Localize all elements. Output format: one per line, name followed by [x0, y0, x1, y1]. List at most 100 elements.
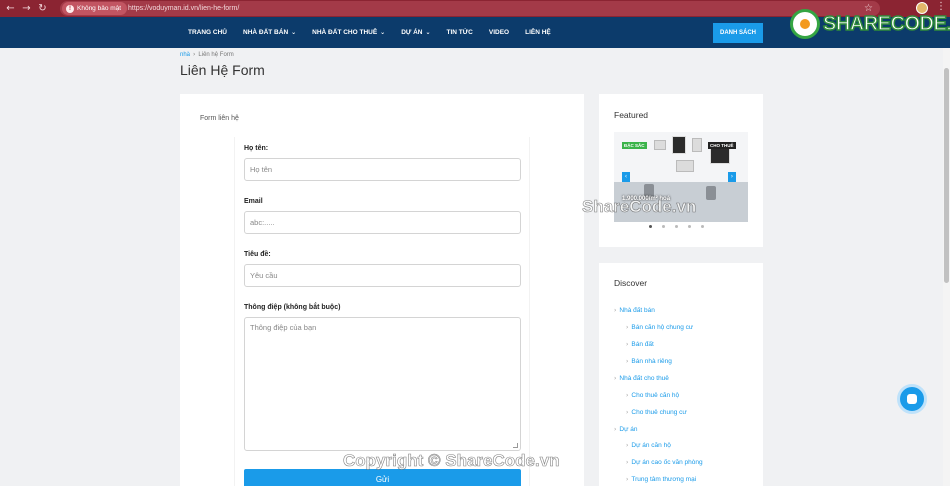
wall-frame [692, 138, 702, 152]
nav-item[interactable]: VIDEO [481, 17, 517, 48]
security-indicator[interactable]: ! Không bảo mật [62, 2, 128, 15]
featured-title: Featured [614, 110, 649, 120]
forward-arrow-icon[interactable]: → [20, 2, 33, 15]
featured-widget: Featured ĐẶC SẮC CHO THUÊ ‹ › 1.900.000/… [599, 94, 763, 247]
submit-button[interactable]: Gửi [244, 469, 521, 486]
chevron-right-icon: › [626, 324, 629, 331]
danh-sach-button[interactable]: DANH SÁCH [713, 23, 763, 43]
discover-item-label: Trung tâm thương mại [631, 476, 697, 483]
featured-badge: ĐẶC SẮC [622, 142, 647, 149]
discover-item-label: Bán nhà riêng [631, 358, 672, 365]
nav-item[interactable]: DỰ ÁN ⌄ [393, 17, 438, 48]
discover-item-label: Nhà đất cho thuê [619, 375, 669, 382]
discover-item-label: Cho thuê căn hộ [631, 392, 680, 399]
nav-item[interactable]: TIN TỨC [439, 17, 481, 48]
warning-icon: ! [66, 5, 74, 13]
slider-dot[interactable] [662, 225, 665, 228]
chevron-right-icon: › [626, 459, 629, 466]
main-nav: TRANG CHỦ NHÀ ĐẤT BÁN ⌄ NHÀ ĐẤT CHO THUÊ ⌄ DỰ… [180, 17, 559, 48]
chair [706, 186, 716, 200]
breadcrumb-home-link[interactable]: nhà [180, 52, 190, 58]
sharecode-logo-text: SHARECODE.vn [822, 12, 950, 36]
wall-frame [672, 136, 686, 154]
nav-item-label: VIDEO [488, 29, 510, 36]
message-placeholder: Thông điệp của bạn [250, 323, 317, 332]
breadcrumb-separator-icon: › [193, 51, 196, 58]
nav-item-label: NHÀ ĐẤT BÁN [243, 29, 289, 36]
email-label: Email [244, 198, 263, 205]
email-input[interactable]: abc:..... [244, 211, 521, 234]
discover-subcategory[interactable]: › Cho thuê căn hộ [626, 392, 679, 399]
slider-dot[interactable] [688, 225, 691, 228]
nav-item-label: DỰ ÁN [401, 29, 423, 36]
discover-item-label: Bán đất [631, 341, 654, 348]
subject-input[interactable]: Yêu cầu [244, 264, 521, 287]
security-label: Không bảo mật [77, 5, 122, 12]
discover-subcategory[interactable]: › Bán đất [626, 341, 654, 348]
discover-title: Discover [614, 278, 648, 288]
sharecode-logo-mark [790, 9, 820, 39]
discover-item-label: Nhà đất bán [619, 307, 655, 314]
url-text: https://voduyman.id.vn/lien-he-form/ [128, 5, 240, 12]
discover-subcategory[interactable]: › Bán căn hộ chung cư [626, 324, 693, 331]
watermark: ShareCode.vn [582, 197, 697, 217]
discover-item-label: Bán căn hộ chung cư [631, 324, 694, 331]
chevron-right-icon: › [626, 476, 629, 483]
nav-item[interactable]: LIÊN HỆ [517, 17, 559, 48]
breadcrumb: nhà › Liên hệ Form [180, 51, 234, 58]
contact-form: Họ tên: Họ tên Email abc:..... Tiêu đề: … [234, 137, 530, 486]
chevron-right-icon: › [626, 409, 629, 416]
message-textarea[interactable]: Thông điệp của bạn [244, 317, 521, 451]
nav-item-label: LIÊN HỆ [525, 29, 551, 36]
subject-label: Tiêu đề: [244, 251, 271, 258]
discover-subcategory[interactable]: › Dự án căn hộ [626, 442, 671, 449]
slider-next-icon[interactable]: › [728, 172, 736, 182]
scrollbar-thumb[interactable] [944, 68, 949, 283]
sharecode-logo: SHARECODE.vn [790, 8, 950, 40]
contact-form-card: Form liên hệ Họ tên: Họ tên Email abc:..… [180, 94, 584, 486]
message-label: Thông điệp (không bắt buộc) [244, 304, 341, 311]
slider-prev-icon[interactable]: ‹ [622, 172, 630, 182]
wall-frame [654, 140, 666, 150]
chevron-right-icon: › [626, 341, 629, 348]
chat-bubble-icon[interactable] [897, 384, 927, 414]
chevron-right-icon: › [614, 375, 617, 382]
discover-category[interactable]: › Nhà đất bán [614, 307, 655, 314]
discover-item-label: Dự án cao ốc văn phòng [631, 459, 703, 466]
slider-dot[interactable] [649, 225, 652, 228]
reload-icon[interactable]: ↻ [36, 2, 49, 15]
discover-subcategory[interactable]: › Cho thuê chung cư [626, 409, 687, 416]
resize-grip-icon[interactable] [513, 443, 518, 448]
slider-dot[interactable] [675, 225, 678, 228]
chevron-right-icon: › [626, 358, 629, 365]
name-label: Họ tên: [244, 145, 269, 152]
address-bar[interactable]: ! Không bảo mật https://voduyman.id.vn/li… [60, 1, 880, 16]
chevron-right-icon: › [626, 442, 629, 449]
nav-item[interactable]: NHÀ ĐẤT BÁN ⌄ [235, 17, 304, 48]
discover-subcategory[interactable]: › Bán nhà riêng [626, 358, 672, 365]
discover-item-label: Dự án [619, 426, 638, 433]
rent-badge: CHO THUÊ [708, 142, 736, 149]
discover-category[interactable]: › Nhà đất cho thuê [614, 375, 669, 382]
name-input[interactable]: Họ tên [244, 158, 521, 181]
discover-category[interactable]: › Dự án [614, 426, 638, 433]
slider-dots [649, 225, 704, 228]
discover-item-label: Cho thuê chung cư [631, 409, 687, 416]
breadcrumb-current: Liên hệ Form [198, 52, 234, 58]
chevron-right-icon: › [614, 307, 617, 314]
chevron-down-icon: ⌄ [425, 29, 431, 36]
discover-subcategory[interactable]: › Dự án cao ốc văn phòng [626, 459, 703, 466]
nav-item[interactable]: TRANG CHỦ [180, 17, 235, 48]
slider-dot[interactable] [701, 225, 704, 228]
chevron-down-icon: ⌄ [291, 29, 297, 36]
nav-item-label: TRANG CHỦ [188, 29, 227, 36]
discover-subcategory[interactable]: › Trung tâm thương mại [626, 476, 696, 483]
chevron-right-icon: › [626, 392, 629, 399]
nav-item[interactable]: NHÀ ĐẤT CHO THUÊ ⌄ [304, 17, 393, 48]
copyright-watermark: Copyright © ShareCode.vn [343, 451, 560, 471]
back-arrow-icon[interactable]: ← [4, 2, 17, 15]
page-title: Liên Hệ Form [180, 62, 265, 78]
chevron-down-icon: ⌄ [380, 29, 386, 36]
chevron-right-icon: › [614, 426, 617, 433]
monitor [676, 160, 694, 172]
